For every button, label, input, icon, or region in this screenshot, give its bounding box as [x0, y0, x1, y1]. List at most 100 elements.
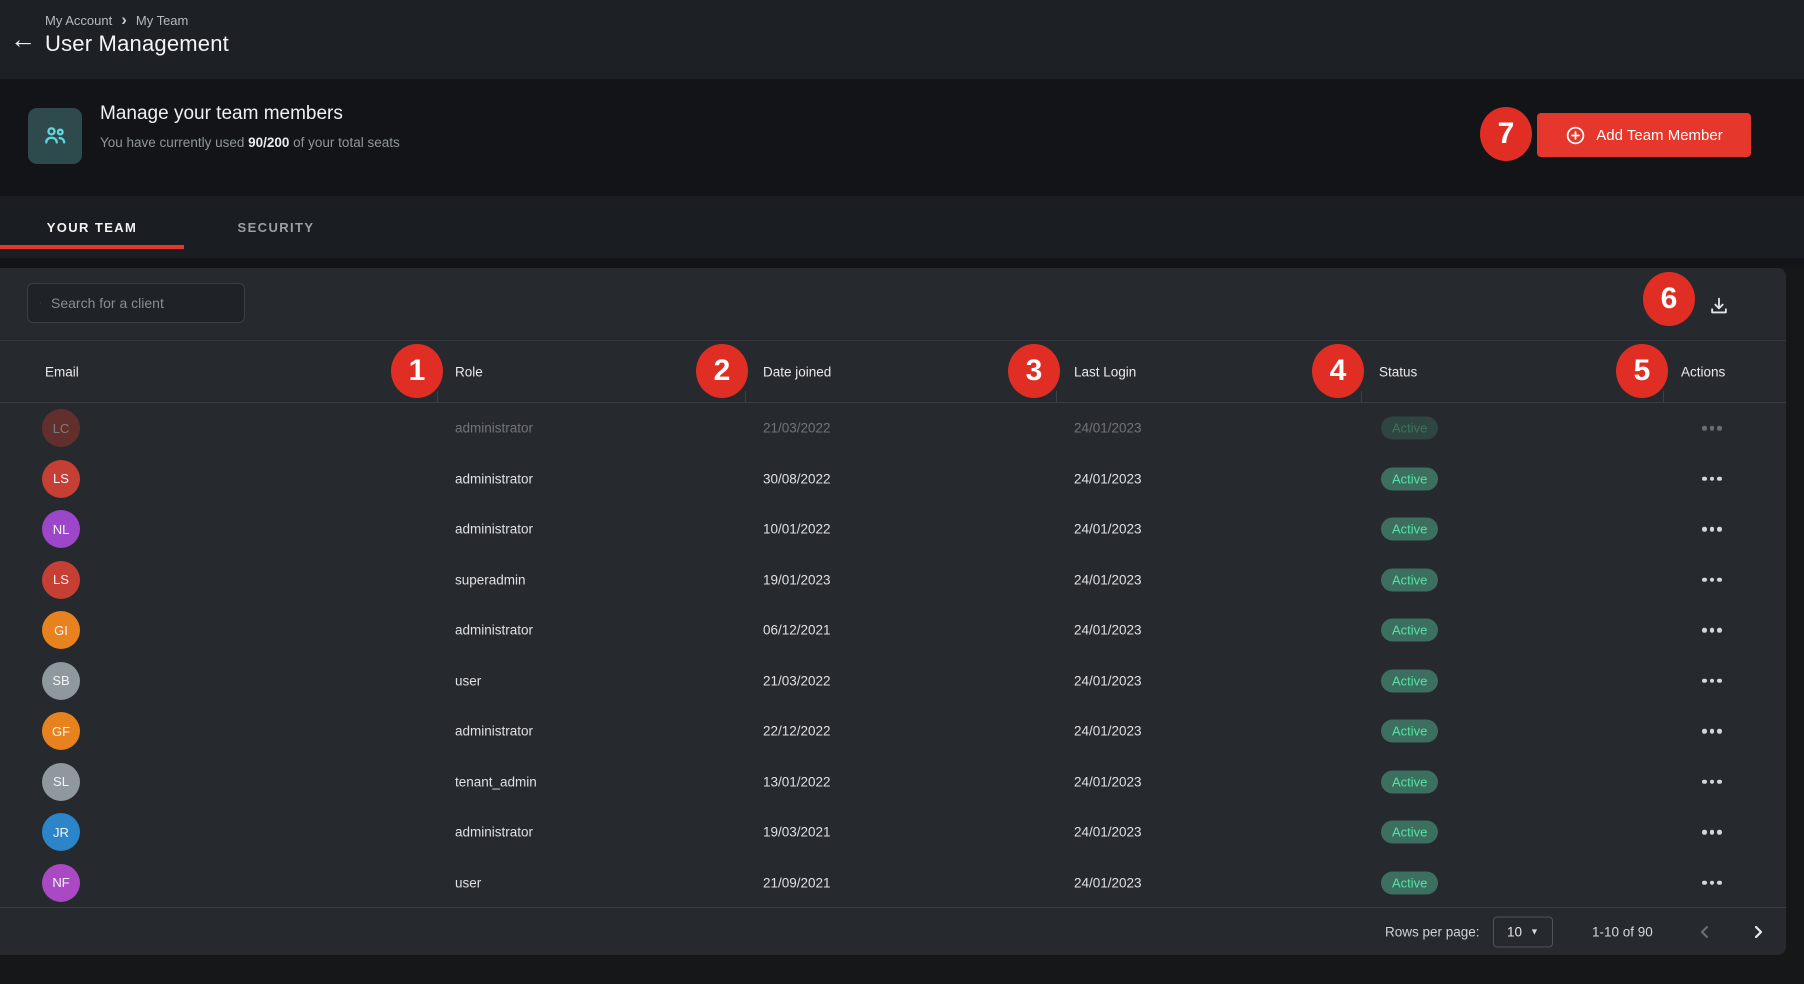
- seats-used-count: 90/200: [248, 135, 289, 150]
- chevron-right-icon: ›: [121, 13, 127, 26]
- role-cell: administrator: [455, 623, 533, 638]
- banner-subtitle-suffix: of your total seats: [289, 135, 399, 150]
- role-cell: tenant_admin: [455, 774, 537, 789]
- date-joined-cell: 30/08/2022: [763, 471, 831, 486]
- team-icon-tile: [28, 108, 82, 164]
- avatar: LS: [42, 460, 80, 498]
- role-cell: user: [455, 673, 481, 688]
- date-joined-cell: 19/03/2021: [763, 825, 831, 840]
- search-icon: [40, 294, 41, 312]
- column-divider: [1361, 391, 1362, 402]
- add-team-member-button[interactable]: Add Team Member: [1537, 113, 1751, 157]
- last-login-cell: 24/01/2023: [1074, 875, 1142, 890]
- team-table-panel: Email Role Date joined Last Login Status…: [0, 268, 1786, 955]
- table-row: LS superadmin 19/01/2023 24/01/2023 Acti…: [0, 555, 1786, 606]
- row-actions-button[interactable]: [1700, 572, 1724, 589]
- avatar: NL: [42, 510, 80, 548]
- avatar: GF: [42, 712, 80, 750]
- row-actions-button[interactable]: [1700, 723, 1724, 740]
- back-arrow-icon[interactable]: ←: [6, 22, 40, 56]
- annotation-circle-6: 6: [1643, 272, 1695, 326]
- status-badge: Active: [1381, 720, 1438, 743]
- table-row: GF administrator 22/12/2022 24/01/2023 A…: [0, 706, 1786, 757]
- row-actions-button[interactable]: [1700, 774, 1724, 791]
- status-badge: Active: [1381, 871, 1438, 894]
- role-cell: administrator: [455, 724, 533, 739]
- row-actions-button[interactable]: [1700, 824, 1724, 841]
- row-actions-button[interactable]: [1700, 471, 1724, 488]
- table-body: LC administrator 21/03/2022 24/01/2023 A…: [0, 403, 1786, 908]
- status-badge: Active: [1381, 417, 1438, 440]
- tab-your-team[interactable]: YOUR TEAM: [0, 196, 184, 258]
- page-title: User Management: [45, 31, 229, 57]
- next-page-button[interactable]: [1746, 920, 1770, 944]
- last-login-cell: 24/01/2023: [1074, 421, 1142, 436]
- role-cell: superadmin: [455, 572, 526, 587]
- date-joined-cell: 19/01/2023: [763, 572, 831, 587]
- column-divider: [437, 391, 438, 402]
- rows-per-page-select[interactable]: 10 ▼: [1493, 916, 1553, 947]
- avatar: LS: [42, 561, 80, 599]
- rows-per-page-label: Rows per page:: [1385, 924, 1480, 939]
- column-divider: [745, 391, 746, 402]
- last-login-cell: 24/01/2023: [1074, 724, 1142, 739]
- breadcrumb-item-my-team[interactable]: My Team: [136, 13, 189, 28]
- annotation-circle-7: 7: [1480, 107, 1532, 161]
- row-actions-button[interactable]: [1700, 622, 1724, 639]
- role-cell: administrator: [455, 471, 533, 486]
- annotation-circle-5: 5: [1616, 344, 1668, 398]
- banner-title: Manage your team members: [100, 103, 343, 125]
- status-badge: Active: [1381, 821, 1438, 844]
- column-header-role: Role: [455, 364, 483, 379]
- status-badge: Active: [1381, 568, 1438, 591]
- tab-bar: YOUR TEAM SECURITY: [0, 196, 1804, 258]
- download-button[interactable]: [1703, 290, 1735, 322]
- add-team-member-label: Add Team Member: [1596, 127, 1722, 144]
- table-row: JR administrator 19/03/2021 24/01/2023 A…: [0, 807, 1786, 858]
- banner-subtitle-prefix: You have currently used: [100, 135, 248, 150]
- table-row: GI administrator 06/12/2021 24/01/2023 A…: [0, 605, 1786, 656]
- row-actions-button[interactable]: [1700, 875, 1724, 892]
- column-header-actions: Actions: [1681, 364, 1725, 379]
- column-header-last-login: Last Login: [1074, 364, 1136, 379]
- avatar: JR: [42, 813, 80, 851]
- avatar: GI: [42, 611, 80, 649]
- breadcrumb: My Account › My Team: [45, 13, 188, 28]
- date-joined-cell: 21/03/2022: [763, 421, 831, 436]
- avatar: LC: [42, 409, 80, 447]
- team-people-icon: [41, 122, 69, 150]
- last-login-cell: 24/01/2023: [1074, 825, 1142, 840]
- row-actions-button[interactable]: [1700, 521, 1724, 538]
- last-login-cell: 24/01/2023: [1074, 673, 1142, 688]
- column-header-status: Status: [1379, 364, 1417, 379]
- plus-circle-icon: [1565, 125, 1586, 146]
- row-actions-button[interactable]: [1700, 420, 1724, 437]
- table-footer: Rows per page: 10 ▼ 1-10 of 90: [0, 907, 1786, 955]
- breadcrumb-item-my-account[interactable]: My Account: [45, 13, 112, 28]
- chevron-right-icon: [1751, 925, 1765, 939]
- pagination-range-label: 1-10 of 90: [1592, 924, 1653, 939]
- previous-page-button[interactable]: [1693, 920, 1717, 944]
- chevron-left-icon: [1698, 925, 1712, 939]
- date-joined-cell: 06/12/2021: [763, 623, 831, 638]
- role-cell: administrator: [455, 421, 533, 436]
- download-icon: [1708, 295, 1730, 317]
- row-actions-button[interactable]: [1700, 673, 1724, 690]
- table-row: LC administrator 21/03/2022 24/01/2023 A…: [0, 403, 1786, 454]
- date-joined-cell: 21/09/2021: [763, 875, 831, 890]
- date-joined-cell: 21/03/2022: [763, 673, 831, 688]
- annotation-circle-3: 3: [1008, 344, 1060, 398]
- role-cell: administrator: [455, 522, 533, 537]
- status-badge: Active: [1381, 467, 1438, 490]
- annotation-circle-2: 2: [696, 344, 748, 398]
- date-joined-cell: 10/01/2022: [763, 522, 831, 537]
- search-input[interactable]: [51, 295, 232, 311]
- search-box[interactable]: [27, 283, 245, 323]
- triangle-down-icon: ▼: [1530, 927, 1539, 937]
- avatar: SB: [42, 662, 80, 700]
- status-badge: Active: [1381, 619, 1438, 642]
- status-badge: Active: [1381, 770, 1438, 793]
- role-cell: user: [455, 875, 481, 890]
- last-login-cell: 24/01/2023: [1074, 572, 1142, 587]
- tab-security[interactable]: SECURITY: [184, 196, 368, 258]
